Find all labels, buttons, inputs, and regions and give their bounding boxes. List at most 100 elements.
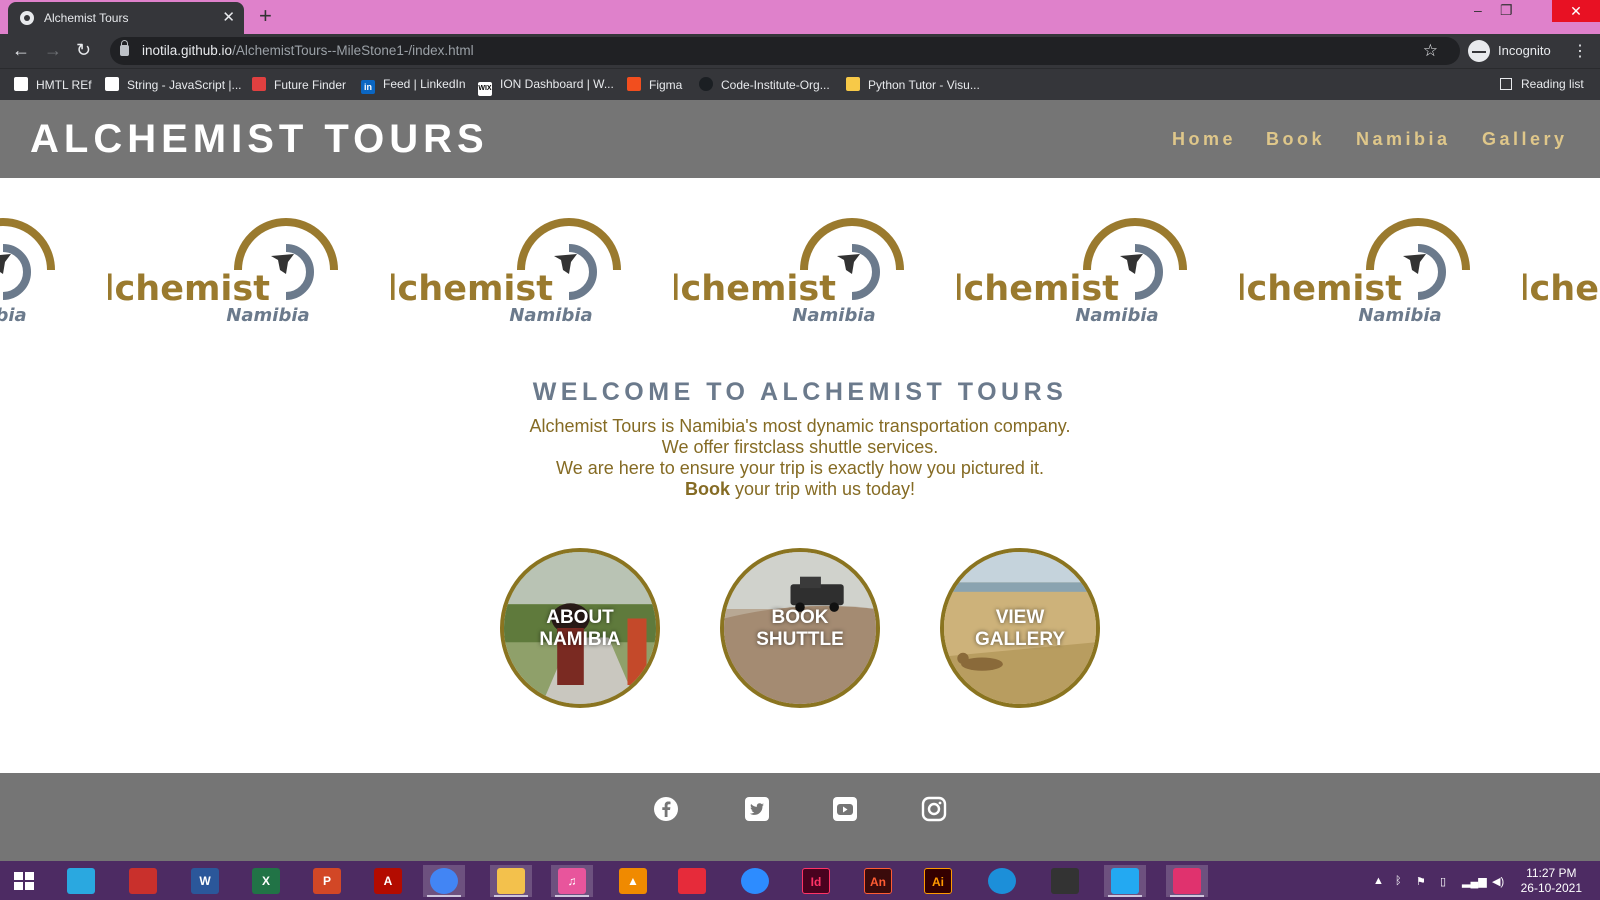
github-icon bbox=[699, 77, 713, 91]
animate-icon: An bbox=[864, 868, 892, 894]
vlc-icon: ▲ bbox=[619, 868, 647, 894]
bookmark-item[interactable]: Python Tutor - Visu... bbox=[846, 77, 980, 92]
alchemist-namibia-logo: alchemistNamibia bbox=[108, 218, 348, 336]
word-icon: W bbox=[191, 868, 219, 894]
python-icon bbox=[846, 77, 860, 91]
volume-icon[interactable]: ◀) bbox=[1492, 875, 1504, 888]
chrome-icon bbox=[430, 868, 458, 894]
taskbar-app-button[interactable]: X bbox=[245, 865, 287, 897]
taskbar-app-button[interactable] bbox=[734, 865, 776, 897]
svg-text:Namibia: Namibia bbox=[509, 305, 592, 326]
site-footer bbox=[0, 773, 1600, 861]
about-namibia-button[interactable]: ABOUT NAMIBIA bbox=[500, 548, 660, 708]
taskbar-app-button[interactable]: A bbox=[367, 865, 409, 897]
url-text[interactable]: inotila.github.io/AlchemistTours--MileSt… bbox=[142, 43, 474, 58]
pen-app-icon bbox=[1051, 868, 1079, 894]
sync-app-icon bbox=[67, 868, 95, 894]
taskbar-app-button[interactable]: W bbox=[184, 865, 226, 897]
intro-line: We offer firstclass shuttle services. bbox=[661, 437, 939, 457]
taskbar-app-button[interactable]: Id bbox=[795, 865, 837, 897]
bookmark-star-icon[interactable]: ☆ bbox=[1423, 41, 1438, 61]
book-shuttle-label: BOOK SHUTTLE bbox=[756, 607, 844, 650]
windows-start-icon bbox=[10, 868, 38, 894]
bookmark-item[interactable]: Figma bbox=[627, 77, 682, 92]
battery-icon[interactable]: ▯ bbox=[1440, 875, 1446, 888]
bookmark-item[interactable]: in Feed | LinkedIn bbox=[361, 77, 466, 94]
taskbar-app-button[interactable] bbox=[671, 865, 713, 897]
nav-book[interactable]: Book bbox=[1266, 129, 1325, 150]
bookmark-item[interactable]: Code-Institute-Org... bbox=[699, 77, 830, 92]
view-gallery-label: VIEW GALLERY bbox=[974, 607, 1066, 650]
bookmark-item[interactable]: HMTL REf bbox=[14, 77, 92, 92]
intro-text: Alchemist Tours is Namibia's most dynami… bbox=[0, 416, 1600, 500]
illustrator-icon: Ai bbox=[924, 868, 952, 894]
alchemist-namibia-logo: alchemistNamibia bbox=[391, 218, 631, 336]
tab-title: Alchemist Tours bbox=[44, 11, 129, 25]
youtube-icon[interactable] bbox=[832, 796, 858, 822]
instagram-icon[interactable] bbox=[921, 796, 947, 822]
clock-time: 11:27 PM bbox=[1526, 866, 1577, 880]
bookmark-favicon-icon bbox=[105, 77, 119, 91]
view-gallery-button[interactable]: VIEW GALLERY bbox=[940, 548, 1100, 708]
taskbar-app-button[interactable]: P bbox=[306, 865, 348, 897]
twitter-icon[interactable] bbox=[744, 796, 770, 822]
red-app-icon bbox=[129, 868, 157, 894]
close-tab-icon[interactable]: ✕ bbox=[222, 8, 235, 26]
forward-arrow-icon[interactable]: → bbox=[44, 40, 62, 61]
nav-namibia[interactable]: Namibia bbox=[1356, 129, 1451, 150]
taskbar-app-button[interactable] bbox=[423, 865, 465, 897]
svg-text:Namibia: Namibia bbox=[1358, 305, 1441, 326]
book-shuttle-button[interactable]: BOOK SHUTTLE bbox=[720, 548, 880, 708]
taskbar-app-button[interactable] bbox=[3, 865, 45, 897]
intro-line: Book your trip with us today! bbox=[684, 479, 916, 499]
address-bar[interactable]: inotila.github.io/AlchemistTours--MileSt… bbox=[110, 37, 1460, 65]
incognito-icon bbox=[1468, 40, 1490, 62]
taskbar-clock[interactable]: 11:27 PM 26-10-2021 bbox=[1521, 866, 1582, 896]
minimize-icon[interactable]: – bbox=[1474, 2, 1482, 18]
taskbar-app-button[interactable]: Ai bbox=[917, 865, 959, 897]
svg-text:alchemist: alchemist bbox=[1523, 269, 1600, 309]
about-namibia-label: ABOUT NAMIBIA bbox=[539, 607, 621, 650]
tray-overflow-icon[interactable]: ▲ bbox=[1373, 875, 1384, 887]
media-app-icon bbox=[678, 868, 706, 894]
taskbar-app-button[interactable] bbox=[490, 865, 532, 897]
new-tab-button[interactable]: + bbox=[259, 3, 272, 29]
taskbar-app-button[interactable] bbox=[122, 865, 164, 897]
svg-text:alchemist: alchemist bbox=[957, 269, 1119, 309]
taskbar-app-button[interactable]: An bbox=[857, 865, 899, 897]
taskbar-app-button[interactable] bbox=[60, 865, 102, 897]
taskbar-app-button[interactable]: ▲ bbox=[612, 865, 654, 897]
back-arrow-icon[interactable]: ← bbox=[12, 40, 30, 61]
site-brand[interactable]: ALCHEMIST TOURS bbox=[30, 117, 489, 162]
svg-text:alchemist: alchemist bbox=[391, 269, 553, 309]
taskbar-app-button[interactable] bbox=[1044, 865, 1086, 897]
facebook-icon[interactable] bbox=[653, 796, 679, 822]
lock-icon bbox=[120, 40, 129, 56]
taskbar-app-button[interactable]: ♫ bbox=[551, 865, 593, 897]
linkedin-icon: in bbox=[361, 80, 375, 94]
taskbar-app-button[interactable] bbox=[1104, 865, 1146, 897]
network-icon[interactable]: ▂▄▆ bbox=[1462, 875, 1487, 888]
window-close-button[interactable]: ✕ bbox=[1552, 0, 1600, 22]
clock-date: 26-10-2021 bbox=[1520, 881, 1582, 895]
nav-home[interactable]: Home bbox=[1172, 129, 1236, 150]
reload-icon[interactable]: ↻ bbox=[76, 40, 91, 61]
browser-tab[interactable]: Alchemist Tours ✕ bbox=[8, 2, 244, 34]
menu-kebab-icon[interactable]: ⋮ bbox=[1572, 41, 1588, 61]
taskbar-app-button[interactable] bbox=[1166, 865, 1208, 897]
bookmark-item[interactable]: String - JavaScript |... bbox=[105, 77, 242, 92]
bluetooth-icon[interactable]: ᛒ bbox=[1395, 875, 1402, 887]
bookmark-item[interactable]: Future Finder bbox=[252, 77, 346, 92]
restore-icon[interactable]: ❐ bbox=[1500, 2, 1513, 19]
bookmark-favicon-icon bbox=[14, 77, 28, 91]
nav-gallery[interactable]: Gallery bbox=[1482, 129, 1568, 150]
flag-icon[interactable]: ⚑ bbox=[1416, 875, 1426, 888]
bookmark-item[interactable]: WIX ION Dashboard | W... bbox=[478, 77, 614, 96]
svg-text:Namibia: Namibia bbox=[1075, 305, 1158, 326]
excel-icon: X bbox=[252, 868, 280, 894]
reading-list-button[interactable]: Reading list bbox=[1500, 77, 1584, 91]
taskbar-app-button[interactable] bbox=[981, 865, 1023, 897]
svg-text:alchemist: alchemist bbox=[674, 269, 836, 309]
logo-marquee: alchemistNamibiaalchemistNamibiaalchemis… bbox=[0, 218, 1600, 336]
alchemist-namibia-logo: alchemistNamibia bbox=[0, 218, 65, 336]
